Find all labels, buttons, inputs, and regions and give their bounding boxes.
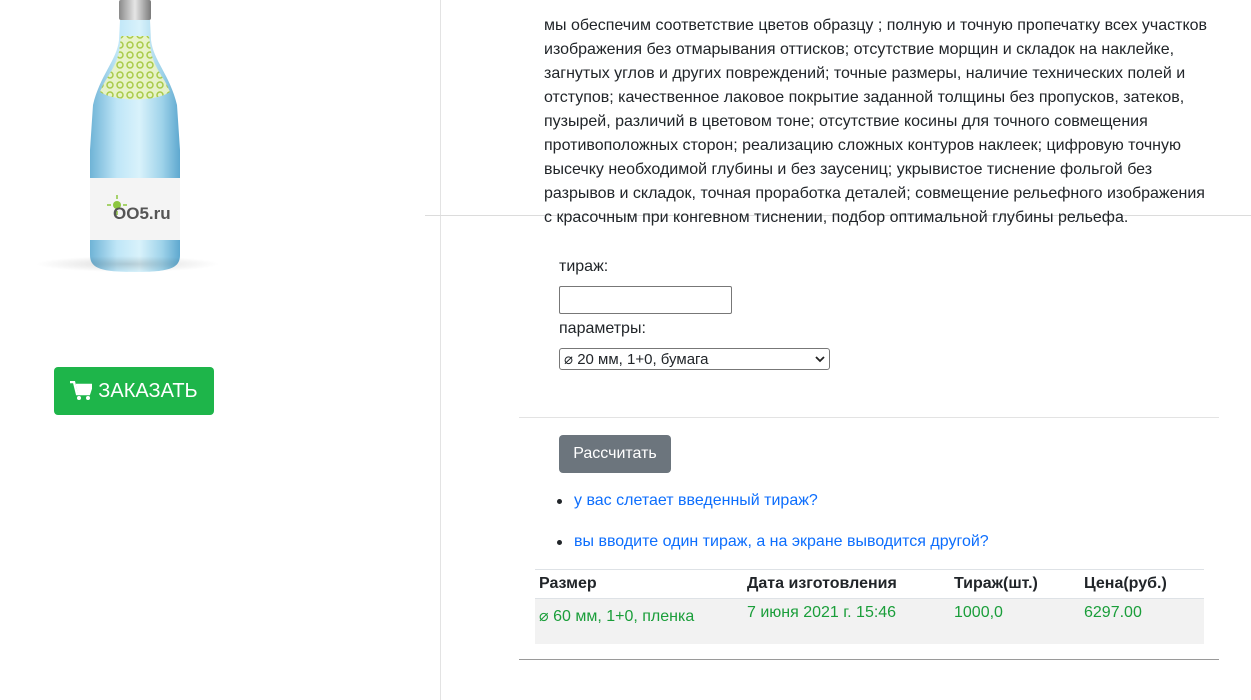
header-size: Размер <box>539 575 597 592</box>
cart-icon <box>70 381 93 400</box>
table-row: ⌀ 60 мм, 1+0, пленка 7 июня 2021 г. 15:4… <box>535 599 1204 644</box>
cell-price: 6297.00 <box>1084 604 1142 621</box>
table-bottom-divider <box>519 659 1219 660</box>
cell-date: 7 июня 2021 г. 15:46 <box>747 604 897 621</box>
header-date: Дата изготовления <box>747 575 897 592</box>
params-selected-value: ⌀ 20 мм, 1+0, бумага <box>564 351 709 368</box>
bullet <box>557 498 562 504</box>
faq-item: вы вводите один тираж, а на экране вывод… <box>557 533 989 551</box>
cell-quantity: 1000,0 <box>954 604 1003 621</box>
order-button-label: ЗАКАЗАТЬ <box>98 379 198 402</box>
quantity-input[interactable] <box>559 286 732 314</box>
faq-link-quantity-mismatch[interactable]: вы вводите один тираж, а на экране вывод… <box>574 533 989 551</box>
brand-label: OO5.ru <box>113 204 171 223</box>
description-line: изображения без отмарывания оттисков; от… <box>544 41 1175 58</box>
column-divider <box>440 0 441 700</box>
description-line: разрывов и складок, точная проработка де… <box>544 185 1205 202</box>
params-label: параметры: <box>559 320 646 337</box>
bullet <box>557 539 562 545</box>
calculate-button[interactable]: Рассчитать <box>559 435 671 473</box>
results-table: Размер Дата изготовления Тираж(шт.) Цена… <box>535 569 1204 644</box>
description-line: отступов; качественное лаковое покрытие … <box>544 89 1185 106</box>
table-header: Размер Дата изготовления Тираж(шт.) Цена… <box>535 569 1204 599</box>
description-line: с красочным при конгевном тиснении, подб… <box>544 209 1129 226</box>
form-divider <box>519 417 1219 418</box>
description-line: мы обеспечим соответствие цветов образцу… <box>544 17 1208 34</box>
header-quantity: Тираж(шт.) <box>954 575 1038 592</box>
chevron-down-icon <box>815 356 825 363</box>
quantity-label: тираж: <box>559 258 609 275</box>
description-line: пузырей, различий в цветовом тоне; отсут… <box>544 113 1148 130</box>
description-line: загнутых углов и других повреждений; точ… <box>544 65 1186 82</box>
product-image: OO5.ru <box>25 0 230 290</box>
order-button[interactable]: ЗАКАЗАТЬ <box>54 367 214 415</box>
faq-link-quantity-reset[interactable]: у вас слетает введенный тираж? <box>574 492 818 510</box>
header-price: Цена(руб.) <box>1084 575 1167 592</box>
bottle-shadow <box>35 256 220 272</box>
product-description: мы обеспечим соответствие цветов образцу… <box>544 14 1224 230</box>
description-line: высечку необходимой глубины и без заусен… <box>544 161 1153 178</box>
calculate-button-label: Рассчитать <box>573 445 657 462</box>
faq-item: у вас слетает введенный тираж? <box>557 492 818 510</box>
params-select[interactable]: ⌀ 20 мм, 1+0, бумага <box>559 348 830 370</box>
description-line: противоположных сторон; реализацию сложн… <box>544 137 1182 154</box>
cell-size: ⌀ 60 мм, 1+0, пленка <box>539 608 695 625</box>
bottle-illustration <box>90 0 180 272</box>
